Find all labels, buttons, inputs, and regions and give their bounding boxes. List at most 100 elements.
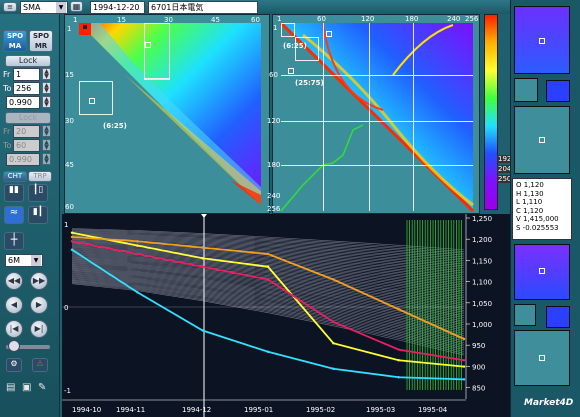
x-axis-tick: 1994-10: [72, 406, 101, 414]
marker-1[interactable]: [145, 42, 151, 48]
series-point: [397, 376, 400, 379]
candle-icon[interactable]: ┃▯: [28, 184, 48, 202]
to2-input[interactable]: 60: [13, 139, 40, 152]
right-axis-tick: 1,250: [472, 215, 492, 223]
tab-trp[interactable]: TRP: [28, 171, 52, 182]
wave-icon[interactable]: ≈: [4, 206, 24, 224]
fr2-input[interactable]: 20: [13, 125, 40, 138]
preview-marker: [539, 355, 545, 361]
ohlc-slope: S -0.025553: [516, 223, 559, 232]
marker-r1[interactable]: [326, 31, 332, 37]
alert-icon[interactable]: ⚠: [32, 358, 48, 372]
indicator-select[interactable]: SMA ▼: [20, 1, 68, 14]
marker-r2[interactable]: [288, 68, 294, 74]
fr2-spinner[interactable]: ▲ ▼: [42, 125, 51, 137]
fast-forward-icon[interactable]: ▶▶: [30, 272, 48, 290]
chevron-down-icon[interactable]: ▼: [31, 255, 41, 266]
candlestick-icon[interactable]: ▮┃: [28, 206, 48, 224]
settings-icon[interactable]: ⚙: [6, 358, 22, 372]
series-point: [136, 291, 139, 294]
preview-5a[interactable]: [514, 304, 536, 326]
wrench-icon[interactable]: ✎: [38, 382, 46, 393]
left-axis-tick: 1: [64, 221, 68, 229]
y-tick: 1: [67, 25, 72, 33]
ratio2-spinner[interactable]: ▲ ▼: [42, 153, 51, 165]
fr-input[interactable]: 1: [13, 68, 40, 81]
cursor-handle[interactable]: [201, 214, 207, 218]
x-tick: 180: [405, 15, 419, 23]
x-tick: 30: [164, 16, 173, 24]
colorbar: [484, 14, 498, 210]
to-input[interactable]: 256: [13, 82, 40, 95]
series-point: [70, 240, 74, 243]
ratio-input[interactable]: 0.990: [6, 96, 40, 109]
series-point: [136, 252, 139, 256]
y-tick: 256: [267, 205, 281, 213]
x-tick: 60: [317, 15, 326, 23]
grid-v-60: [323, 23, 324, 211]
x-axis-tick: 1994-11: [116, 406, 145, 414]
right-axis-tick: 1,050: [472, 300, 492, 308]
spo-ma-button[interactable]: SPO MA: [3, 30, 27, 52]
crosshair-icon[interactable]: ┼: [4, 232, 24, 250]
to-spinner[interactable]: ▲ ▼: [42, 82, 51, 94]
preview-marker: [539, 38, 545, 44]
left-annotation: (6:25): [103, 122, 127, 130]
right-annotation-1: (6:25): [283, 42, 307, 50]
x-axis-tick: 1995-04: [418, 406, 448, 414]
series-point: [266, 350, 270, 353]
spo-mr-button[interactable]: SPO MR: [29, 30, 53, 52]
right-axis-tick: 1,100: [472, 279, 492, 287]
marker-2[interactable]: [89, 98, 95, 104]
x-axis-tick: 1995-01: [244, 406, 273, 414]
tab-cht[interactable]: CHT: [3, 171, 27, 182]
y-tick: 45: [65, 161, 74, 169]
step-forward-icon[interactable]: ▶: [30, 296, 48, 314]
series-point: [266, 252, 270, 256]
calendar-icon[interactable]: ▦: [70, 1, 83, 12]
to-label: To: [3, 84, 12, 93]
ratio2-input[interactable]: 0.990: [6, 153, 40, 166]
series-point: [201, 257, 204, 260]
right-axis-tick: 950: [472, 342, 485, 350]
fr-spinner[interactable]: ▲ ▼: [42, 68, 51, 80]
rewind-icon[interactable]: ◀◀: [5, 272, 23, 290]
bars-icon[interactable]: ▮▮: [4, 184, 24, 202]
lock-button[interactable]: Lock: [5, 55, 51, 67]
x-axis-tick: 1995-02: [306, 406, 335, 414]
skip-end-icon[interactable]: ▶|: [30, 320, 48, 338]
x-axis-tick: 1995-03: [366, 406, 395, 414]
to2-spinner[interactable]: ▲ ▼: [42, 139, 51, 151]
series-point: [70, 235, 74, 239]
period-select[interactable]: 6M ▼: [5, 254, 43, 267]
menu-icon[interactable]: ≡: [3, 2, 17, 12]
ma-fan: [71, 228, 465, 356]
save-icon[interactable]: ▣: [22, 382, 31, 393]
series-point: [266, 278, 270, 281]
skip-start-icon[interactable]: |◀: [5, 320, 23, 338]
y-tick: 240: [267, 192, 281, 200]
ohlc-close: C 1,120: [516, 206, 544, 215]
date-field[interactable]: 1994-12-20: [90, 1, 145, 14]
preview-2a[interactable]: [514, 78, 538, 102]
y-tick: 180: [267, 161, 281, 169]
stock-field[interactable]: 6701日本電気: [148, 1, 258, 14]
x-tick: 256: [465, 15, 479, 23]
ratio-spinner[interactable]: ▲ ▼: [42, 96, 51, 108]
step-back-icon[interactable]: ◀: [5, 296, 23, 314]
x-tick: 1: [277, 15, 282, 23]
heatmap-left-panel: (6:25) 1 15 30 45 60 1 15 30 45 60: [64, 14, 270, 214]
lock-button-2[interactable]: Lock: [5, 112, 51, 124]
series-point: [70, 248, 74, 251]
series-point: [136, 244, 139, 247]
folder-icon[interactable]: ▤: [6, 382, 15, 393]
preview-2b[interactable]: [546, 80, 570, 102]
speed-slider-thumb[interactable]: [8, 340, 20, 352]
preview-5b[interactable]: [546, 306, 570, 328]
right-axis-tick: 1,000: [472, 321, 492, 329]
chevron-down-icon[interactable]: ▼: [56, 2, 66, 13]
period-value: 6M: [8, 256, 20, 265]
y-tick: 60: [65, 203, 74, 211]
x-tick: 45: [211, 16, 220, 24]
series-point: [462, 365, 466, 368]
